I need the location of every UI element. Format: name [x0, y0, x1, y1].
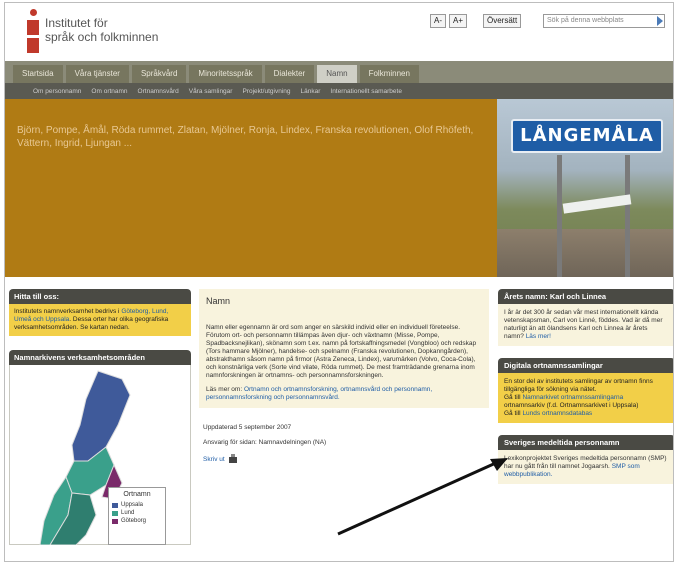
legend-title: Ortnamn — [123, 491, 151, 498]
content-text: Namn eller egennamn är ord som anger en … — [206, 324, 477, 379]
read-more: Läs mer om: Ortnamn och ortnamnsforsknin… — [206, 386, 482, 402]
digital-collections-line-1: Gå till Namnarkivet ortnamnssamlingarna — [504, 394, 669, 402]
nav-tab-folkminnen[interactable]: Folkminnen — [359, 65, 419, 83]
find-us-text: Institutets namnverksamhet bedrivs i — [14, 308, 120, 315]
subnav-vara-samlingar[interactable]: Våra samlingar — [189, 88, 233, 95]
content-box: Namn Namn eller egennamn är ord som ange… — [199, 289, 489, 408]
map-panel: Namnarkivens verksamhetsområden Ortnamn … — [9, 350, 191, 545]
print-label[interactable]: Skriv ut — [203, 456, 225, 463]
search-input[interactable]: Sök på denna webbplats — [543, 14, 665, 28]
legend-swatch-lund — [112, 510, 118, 516]
logo-line-1: Institutet för — [45, 16, 108, 30]
nav-tab-startsida[interactable]: Startsida — [13, 65, 63, 83]
legend-row: Uppsala — [112, 501, 162, 509]
page-title: Namn — [206, 296, 231, 306]
main-content: Namn Namn eller egennamn är ord som ange… — [199, 289, 489, 463]
translate-button[interactable]: Översätt — [483, 14, 522, 28]
sign-post-left — [557, 155, 562, 277]
font-size-controls: A- A+ — [430, 14, 468, 28]
lund-database-link[interactable]: Lunds ortnamnsdatabas — [522, 410, 592, 417]
year-names-title: Årets namn: Karl och Linnea — [498, 289, 673, 304]
medieval-names-text: Lexikonprojektet Sveriges medeltida pers… — [504, 455, 667, 470]
subnav-om-personnamn[interactable]: Om personnamn — [33, 88, 81, 95]
road-sign-photo: LÅNGEMÅLA — [497, 99, 673, 277]
page-responsible: Ansvarig för sidan: Namnavdelningen (NA) — [203, 439, 327, 446]
banner-text: Björn, Pompe, Åmål, Röda rummet, Zlatan,… — [17, 125, 474, 149]
digital-collections-body: En stor del av institutets samlingar av … — [498, 373, 673, 423]
find-us-body: Institutets namnverksamhet bedrivs i Göt… — [9, 304, 191, 336]
legend-label: Uppsala — [121, 502, 144, 508]
nav-tab-sprakvard[interactable]: Språkvård — [131, 65, 187, 83]
map-body: Ortnamn Uppsala Lund Göteborg — [9, 365, 191, 545]
nav-tab-namn[interactable]: Namn — [317, 65, 357, 83]
search-submit-icon[interactable] — [657, 16, 663, 26]
map-title: Namnarkivens verksamhetsområden — [9, 350, 191, 365]
map-legend: Ortnamn Uppsala Lund Göteborg — [108, 487, 166, 545]
ortnamnssamlingarna-link[interactable]: ortnamnssamlingarna — [561, 394, 624, 401]
medieval-names-panel: Sveriges medeltida personnamn Lexikonpro… — [498, 435, 673, 484]
find-us-title: Hitta till oss: — [9, 289, 191, 304]
year-names-panel: Årets namn: Karl och Linnea I år är det … — [498, 289, 673, 346]
namnarkivet-link[interactable]: Namnarkivet — [522, 394, 558, 401]
font-smaller-button[interactable]: A- — [430, 14, 446, 28]
digital-collections-panel: Digitala ortnamnssamlingar En stor del a… — [498, 358, 673, 423]
subnav-internationellt[interactable]: Internationellt samarbete — [330, 88, 402, 95]
nav-tab-vara-tjanster[interactable]: Våra tjänster — [65, 65, 129, 83]
read-more-label: Läs mer om: — [206, 386, 243, 393]
legend-label: Göteborg — [121, 518, 147, 524]
institute-logo-icon[interactable] — [27, 9, 39, 53]
browser-page: Institutet för språk och folkminnen A- A… — [4, 2, 674, 562]
subnav-ortnamnsvard[interactable]: Ortnamnsvård — [138, 88, 179, 95]
font-larger-button[interactable]: A+ — [449, 14, 468, 28]
updated-date: Uppdaterad 5 september 2007 — [203, 424, 292, 431]
goto-prefix: Gå till — [504, 410, 521, 417]
right-column: Årets namn: Karl och Linnea I år är det … — [498, 289, 673, 496]
institute-name[interactable]: Institutet för språk och folkminnen — [45, 16, 158, 44]
goto-prefix: Gå till — [504, 394, 521, 401]
subnav-projekt[interactable]: Projekt/utgivning — [242, 88, 290, 95]
legend-row: Lund — [112, 509, 162, 517]
legend-row: Göteborg — [112, 517, 162, 525]
sign-post-right — [625, 155, 630, 277]
hero-banner: Björn, Pompe, Åmål, Röda rummet, Zlatan,… — [5, 99, 673, 277]
left-column: Hitta till oss: Institutets namnverksamh… — [9, 289, 191, 545]
legend-swatch-uppsala — [112, 502, 118, 508]
place-name-sign: LÅNGEMÅLA — [511, 119, 663, 153]
printer-icon[interactable] — [228, 453, 237, 463]
digital-collections-text: En stor del av institutets samlingar av … — [504, 378, 653, 393]
subnav-om-ortnamn[interactable]: Om ortnamn — [91, 88, 127, 95]
legend-label: Lund — [121, 510, 135, 516]
small-direction-sign — [562, 194, 632, 214]
digital-collections-line-2: ortnamnsarkiv (f.d. Ortnamnsarkivet i Up… — [504, 402, 639, 409]
digital-collections-title: Digitala ortnamnssamlingar — [498, 358, 673, 373]
print-link[interactable]: Skriv ut — [199, 453, 489, 463]
year-names-read-more[interactable]: Läs mer! — [526, 333, 551, 340]
medieval-names-title: Sveriges medeltida personnamn — [498, 435, 673, 450]
logo-line-2: språk och folkminnen — [45, 30, 159, 44]
nav-tab-minoritetssprak[interactable]: Minoritetsspråk — [189, 65, 262, 83]
main-navigation: Startsida Våra tjänster Språkvård Minori… — [5, 61, 673, 83]
digital-collections-line-3: Gå till Lunds ortnamnsdatabas — [504, 410, 669, 418]
subnav-lankar[interactable]: Länkar — [301, 88, 321, 95]
sub-navigation: Om personnamn Om ortnamn Ortnamnsvård Vå… — [5, 83, 673, 99]
medieval-names-body: Lexikonprojektet Sveriges medeltida pers… — [498, 450, 673, 484]
nav-tab-dialekter[interactable]: Dialekter — [264, 65, 315, 83]
find-us-panel: Hitta till oss: Institutets namnverksamh… — [9, 289, 191, 336]
site-header: Institutet för språk och folkminnen A- A… — [5, 3, 673, 61]
legend-swatch-goteborg — [112, 518, 118, 524]
map-region-north — [71, 370, 131, 462]
road-shape — [497, 229, 673, 277]
year-names-body: I år är det 300 år sedan vår mest intern… — [498, 304, 673, 346]
